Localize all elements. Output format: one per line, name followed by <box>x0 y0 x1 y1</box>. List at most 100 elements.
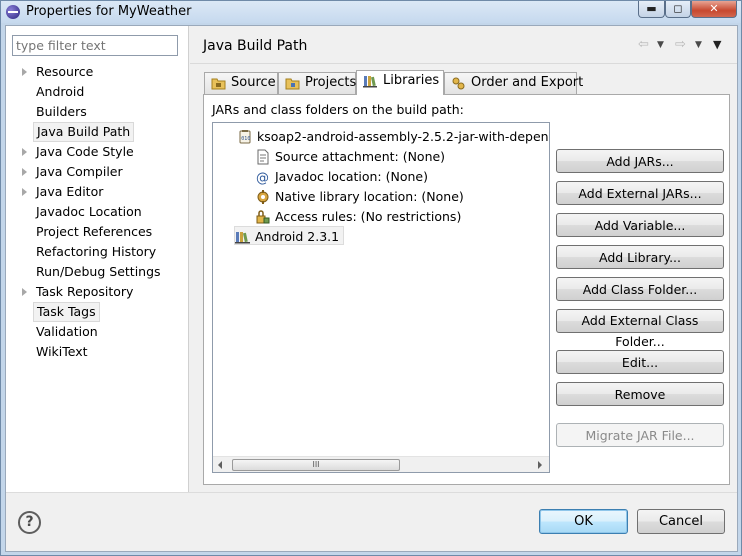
title-bar[interactable]: Properties for MyWeather ▬ ◻ ✕ <box>1 1 741 23</box>
add-external-class-folder-button[interactable]: Add External Class Folder... <box>556 309 724 349</box>
source-folder-icon <box>211 78 226 90</box>
nav-item-label: WikiText <box>36 344 88 359</box>
tab-label: Order and Export <box>471 75 584 90</box>
nav-item-builders[interactable]: Builders <box>6 102 189 122</box>
view-menu-icon[interactable]: ▼ <box>713 38 721 52</box>
tab-libraries[interactable]: Libraries <box>356 70 444 95</box>
order-export-icon <box>452 77 465 90</box>
nav-tree: Resource Android Builders Java Build Pat… <box>6 62 189 362</box>
page-title: Java Build Path <box>203 38 308 54</box>
migrate-jar-file-button[interactable]: Migrate JAR File... <box>556 423 724 447</box>
scroll-thumb[interactable]: III <box>232 459 400 471</box>
build-path-tree[interactable]: 010 ksoap2-android-assembly-2.5.2-jar-wi… <box>212 122 550 473</box>
nav-item-task-repository[interactable]: Task Repository <box>6 282 189 302</box>
nav-item-label: Validation <box>36 324 98 339</box>
expand-arrow-icon[interactable] <box>22 68 27 76</box>
tab-source[interactable]: Source <box>204 72 278 94</box>
tree-item-label: Android 2.3.1 <box>255 229 340 244</box>
remove-button[interactable]: Remove <box>556 382 724 406</box>
access-rules-icon <box>256 210 270 224</box>
svg-text:@: @ <box>256 171 269 185</box>
add-library-button[interactable]: Add Library... <box>556 245 724 269</box>
add-variable-button[interactable]: Add Variable... <box>556 213 724 237</box>
maximize-button[interactable]: ◻ <box>665 1 691 18</box>
nav-item-label: Refactoring History <box>36 244 157 259</box>
ok-button[interactable]: OK <box>539 509 628 534</box>
add-class-folder-button[interactable]: Add Class Folder... <box>556 277 724 301</box>
native-library-icon <box>257 190 269 204</box>
tree-item-label: Native library location: (None) <box>275 189 464 204</box>
nav-item-label: Resource <box>36 64 94 79</box>
scroll-left-icon[interactable] <box>218 461 222 469</box>
tree-item-label: ksoap2-android-assembly-2.5.2-jar-with-d… <box>257 129 550 144</box>
javadoc-icon: @ <box>256 171 269 185</box>
minimize-button[interactable]: ▬ <box>638 1 665 18</box>
svg-text:010: 010 <box>241 136 250 142</box>
nav-item-label: Project References <box>36 224 153 239</box>
cancel-button[interactable]: Cancel <box>637 509 725 534</box>
back-arrow-icon[interactable]: ⇦ <box>638 38 649 52</box>
nav-item-label: Android <box>36 84 85 99</box>
nav-item-label: Run/Debug Settings <box>36 264 161 279</box>
help-icon[interactable]: ? <box>18 511 41 534</box>
nav-item-android[interactable]: Android <box>6 82 189 102</box>
nav-item-resource[interactable]: Resource <box>6 62 189 82</box>
expand-arrow-icon[interactable] <box>22 148 27 156</box>
tree-item-label: Access rules: (No restrictions) <box>275 209 462 224</box>
forward-arrow-icon[interactable]: ⇨ <box>675 38 686 52</box>
jar-icon: 010 <box>239 130 251 144</box>
tree-item-label: Source attachment: (None) <box>275 149 446 164</box>
property-page-nav: Resource Android Builders Java Build Pat… <box>6 26 189 492</box>
add-external-jars-button[interactable]: Add External JARs... <box>556 181 724 205</box>
dialog-client-area: Resource Android Builders Java Build Pat… <box>5 25 738 552</box>
build-path-label: JARs and class folders on the build path… <box>212 102 464 117</box>
dialog-footer: ? OK Cancel <box>6 492 737 551</box>
nav-item-label: Task Tags <box>33 302 100 322</box>
scroll-right-icon[interactable] <box>538 461 542 469</box>
tree-item-android-2-3-1[interactable]: Android 2.3.1 <box>234 226 345 245</box>
tab-projects[interactable]: Projects <box>278 72 356 94</box>
nav-item-task-tags[interactable]: Task Tags <box>6 302 189 322</box>
libraries-icon <box>363 76 377 88</box>
nav-item-java-code-style[interactable]: Java Code Style <box>6 142 189 162</box>
eclipse-icon <box>6 5 20 19</box>
nav-item-validation[interactable]: Validation <box>6 322 189 342</box>
close-button[interactable]: ✕ <box>691 1 737 18</box>
nav-item-label: Task Repository <box>36 284 134 299</box>
projects-icon <box>285 78 300 90</box>
window-title: Properties for MyWeather <box>26 4 192 19</box>
nav-item-java-editor[interactable]: Java Editor <box>6 182 189 202</box>
nav-item-label: Java Editor <box>36 184 104 199</box>
source-attachment-icon <box>257 149 269 165</box>
tree-item-label: Javadoc location: (None) <box>275 169 428 184</box>
nav-item-label: Java Code Style <box>36 144 134 159</box>
back-dropdown-icon[interactable]: ▼ <box>657 38 664 52</box>
nav-item-label: Builders <box>36 104 87 119</box>
property-page: Java Build Path ⇦ ▼ ⇨ ▼ ▼ Source Project… <box>190 26 737 492</box>
forward-dropdown-icon[interactable]: ▼ <box>695 38 702 52</box>
tab-label: Projects <box>305 75 357 90</box>
add-jars-button[interactable]: Add JARs... <box>556 149 724 173</box>
nav-item-label: Java Build Path <box>33 122 135 142</box>
expand-arrow-icon[interactable] <box>22 288 27 296</box>
nav-item-label: Javadoc Location <box>36 204 142 219</box>
libraries-tab-panel: JARs and class folders on the build path… <box>203 94 730 485</box>
nav-item-refactoring-history[interactable]: Refactoring History <box>6 242 189 262</box>
nav-item-project-references[interactable]: Project References <box>6 222 189 242</box>
filter-input[interactable] <box>12 35 178 56</box>
tab-order-and-export[interactable]: Order and Export <box>444 72 583 94</box>
nav-item-label: Java Compiler <box>36 164 123 179</box>
nav-item-wikitext[interactable]: WikiText <box>6 342 189 362</box>
nav-item-java-build-path[interactable]: Java Build Path <box>6 122 189 142</box>
horizontal-scrollbar[interactable]: III <box>213 456 549 472</box>
nav-item-run-debug-settings[interactable]: Run/Debug Settings <box>6 262 189 282</box>
expand-arrow-icon[interactable] <box>22 168 27 176</box>
tab-label: Source <box>231 75 276 90</box>
edit-button[interactable]: Edit... <box>556 350 724 374</box>
properties-window: Properties for MyWeather ▬ ◻ ✕ Resource … <box>0 0 742 556</box>
expand-arrow-icon[interactable] <box>22 188 27 196</box>
header-divider <box>190 63 737 64</box>
nav-item-java-compiler[interactable]: Java Compiler <box>6 162 189 182</box>
tab-label: Libraries <box>383 73 440 88</box>
nav-item-javadoc-location[interactable]: Javadoc Location <box>6 202 189 222</box>
